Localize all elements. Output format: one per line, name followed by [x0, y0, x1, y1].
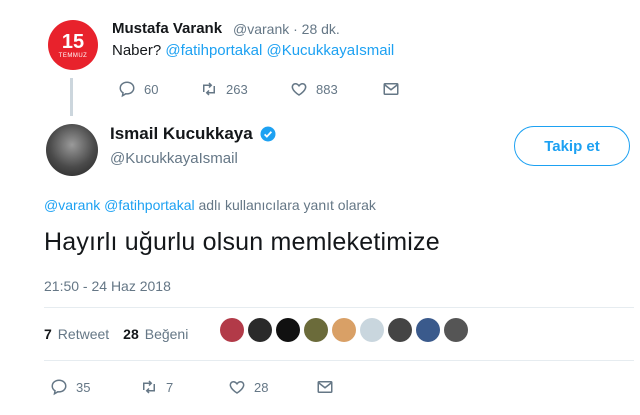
retweet-icon — [203, 82, 215, 96]
parent-author-name[interactable]: Mustafa Varank — [112, 20, 222, 37]
thread-line — [70, 78, 73, 116]
reply-mentions[interactable]: @varank @fatihportakal — [44, 197, 195, 213]
reply-icon — [119, 81, 135, 98]
liker-avatar[interactable] — [248, 318, 272, 342]
avatar-mustafa-varank[interactable]: 15 TEMMUZ — [48, 20, 98, 70]
follow-button[interactable]: Takip et — [514, 126, 630, 166]
verified-icon — [260, 126, 276, 142]
parent-tweet-text: Naber? @fatihportakal @KucukkayaIsmail — [112, 42, 395, 59]
avatar-ismail-kucukkaya[interactable] — [46, 124, 98, 176]
liker-avatar[interactable] — [332, 318, 356, 342]
message-action[interactable] — [316, 378, 334, 396]
message-icon — [317, 381, 333, 393]
likers-list — [220, 318, 468, 342]
parent-reply-action[interactable]: 60 — [118, 80, 158, 98]
parent-like-action[interactable]: 883 — [290, 80, 338, 98]
like-action[interactable]: 28 — [228, 378, 268, 396]
reply-context: @varank @fatihportakal adlı kullanıcılar… — [44, 197, 376, 213]
retweet-action[interactable]: 7 — [140, 378, 173, 396]
liker-avatar[interactable] — [416, 318, 440, 342]
liker-avatar[interactable] — [444, 318, 468, 342]
liker-avatar[interactable] — [388, 318, 412, 342]
parent-mentions[interactable]: @fatihportakal @KucukkayaIsmail — [165, 42, 394, 59]
liker-avatar[interactable] — [220, 318, 244, 342]
parent-message-action[interactable] — [382, 80, 400, 98]
tweet-stats: 7 Retweet 28 Beğeni — [44, 326, 188, 342]
reply-action[interactable]: 35 — [50, 378, 90, 396]
tweet-text: Hayırlı uğurlu olsun memleketimize — [44, 228, 440, 256]
liker-avatar[interactable] — [276, 318, 300, 342]
tweet-timestamp[interactable]: 21:50 - 24 Haz 2018 — [44, 278, 171, 294]
author-handle[interactable]: @KucukkayaIsmail — [110, 150, 238, 167]
retweet-label[interactable]: Retweet — [58, 326, 109, 342]
heart-icon — [229, 380, 245, 394]
like-count[interactable]: 28 — [123, 326, 139, 342]
like-label[interactable]: Beğeni — [145, 326, 189, 342]
divider — [44, 360, 634, 361]
reply-icon — [51, 379, 67, 396]
divider — [44, 307, 634, 308]
retweet-icon — [143, 380, 155, 394]
liker-avatar[interactable] — [304, 318, 328, 342]
retweet-count[interactable]: 7 — [44, 326, 52, 342]
message-icon — [383, 83, 399, 95]
parent-handle-time[interactable]: @varank · 28 dk. — [233, 21, 340, 37]
parent-retweet-action[interactable]: 263 — [200, 80, 248, 98]
author-name: Ismail Kucukkaya — [110, 124, 253, 143]
author-name-row[interactable]: Ismail Kucukkaya — [110, 124, 277, 144]
liker-avatar[interactable] — [360, 318, 384, 342]
heart-icon — [291, 82, 307, 96]
